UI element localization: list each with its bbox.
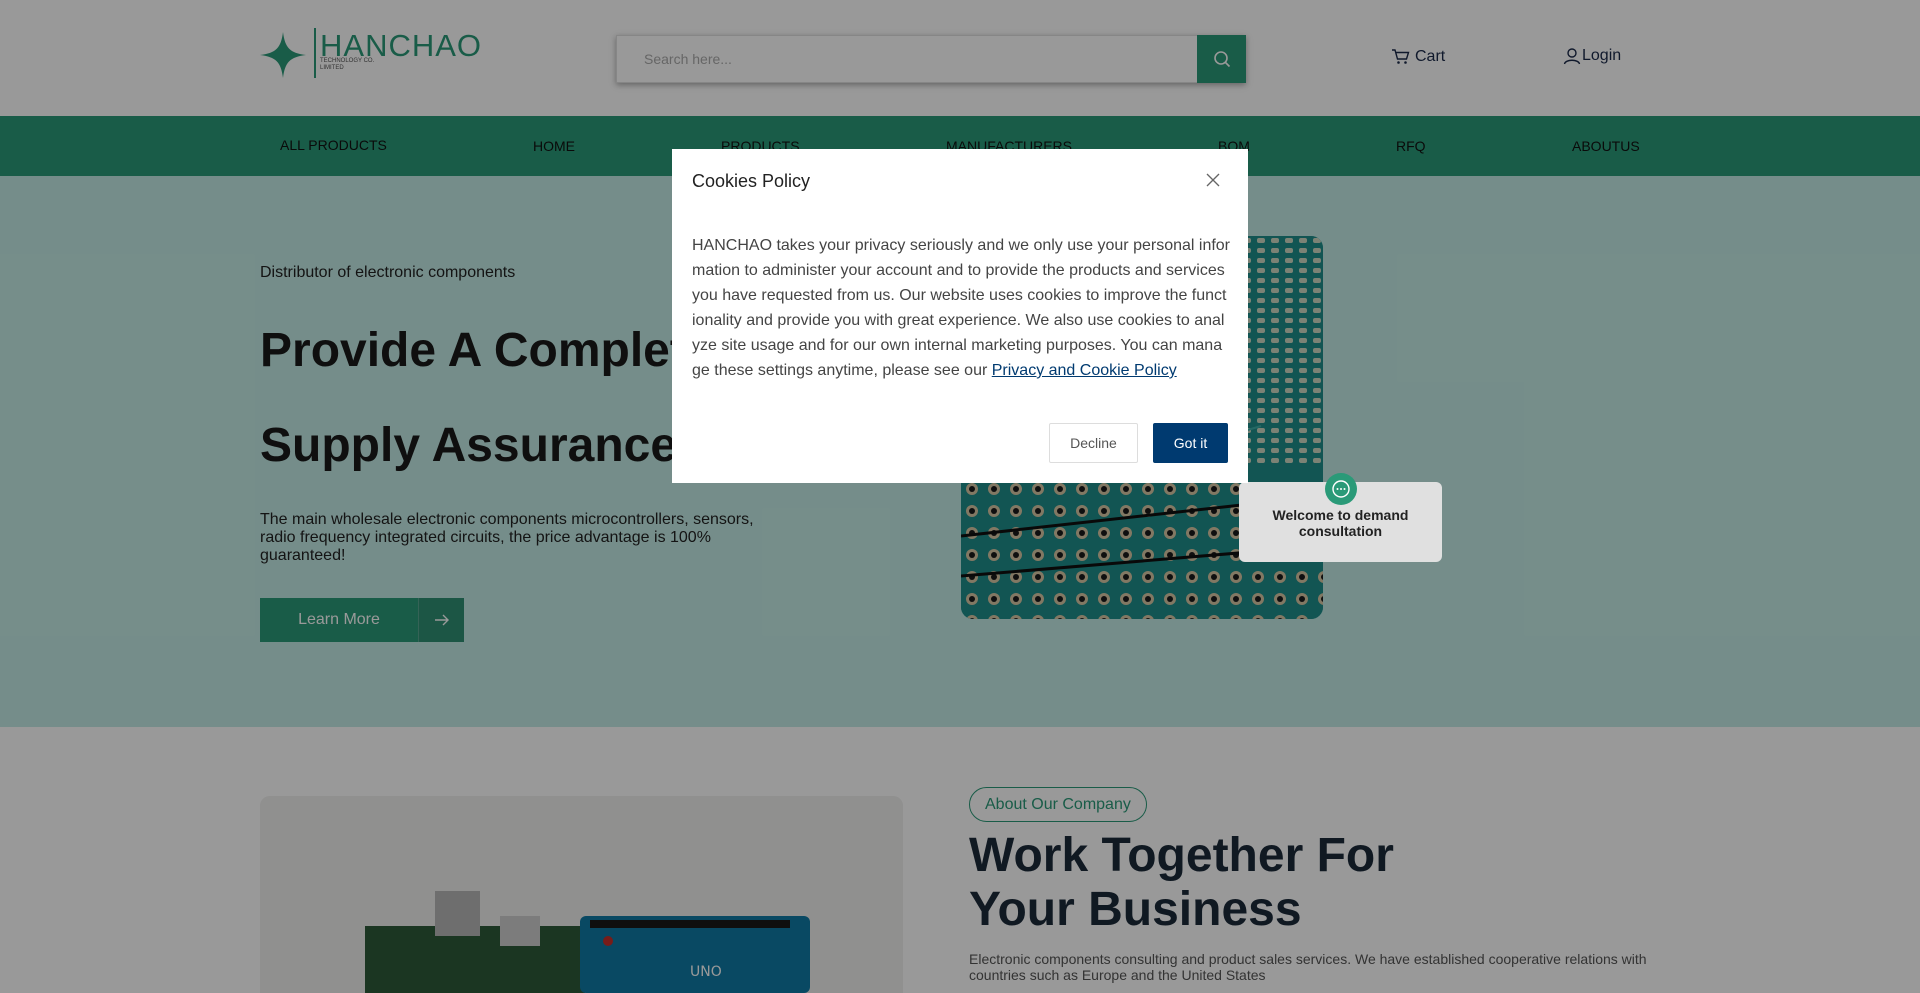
decline-button[interactable]: Decline	[1049, 423, 1138, 463]
privacy-policy-link[interactable]: Privacy and Cookie Policy	[992, 362, 1177, 379]
got-it-button[interactable]: Got it	[1153, 423, 1228, 463]
modal-title: Cookies Policy	[692, 171, 811, 191]
chat-bubble-icon	[1325, 473, 1357, 505]
chat-text: Welcome to demand consultation	[1272, 507, 1409, 539]
modal-body-text: HANCHAO takes your privacy seriously and…	[692, 237, 1231, 379]
modal-body: HANCHAO takes your privacy seriously and…	[692, 233, 1230, 383]
close-icon[interactable]	[1204, 171, 1222, 189]
cookies-policy-modal: Cookies Policy HANCHAO takes your privac…	[672, 149, 1248, 483]
chat-widget[interactable]: Welcome to demand consultation	[1239, 473, 1442, 562]
